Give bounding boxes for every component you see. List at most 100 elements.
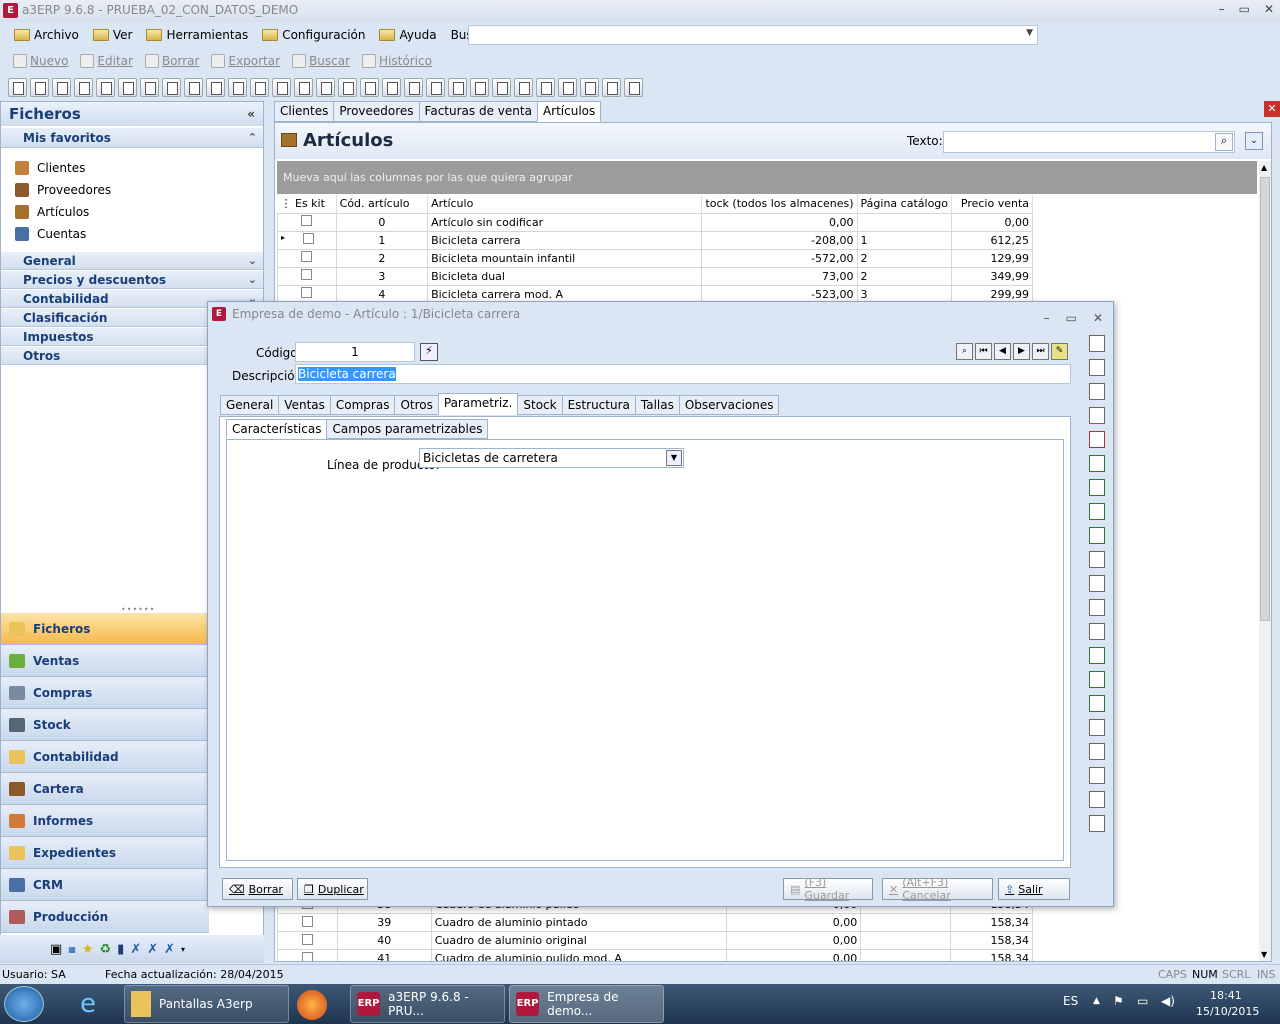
lightning-icon[interactable]: ⚡ xyxy=(420,343,438,361)
kit-checkbox[interactable] xyxy=(301,269,313,280)
kit-checkbox[interactable] xyxy=(301,915,313,927)
close-tab-icon[interactable]: ✕ xyxy=(1264,101,1280,117)
col-precio[interactable]: Precio venta xyxy=(951,195,1033,213)
col-articulo[interactable]: Artículo xyxy=(427,195,703,213)
history-button[interactable]: Histórico xyxy=(359,54,435,68)
search-option-input[interactable]: ▼ xyxy=(468,25,1038,45)
code-input[interactable]: 1 xyxy=(295,342,415,362)
copy-document-icon[interactable] xyxy=(206,77,225,97)
col-es-kit[interactable]: ⋮ Es kit xyxy=(277,195,337,213)
iva-free-icon[interactable]: ▦ xyxy=(68,945,76,954)
duplicate-button[interactable]: ❐ Duplicar xyxy=(297,878,368,900)
flag-icon[interactable]: ⚑ xyxy=(1113,994,1124,1008)
maximize-icon[interactable]: ▭ xyxy=(1066,306,1077,330)
nav-informes[interactable]: Informes xyxy=(1,805,209,837)
taskbar-a3erp[interactable]: ERP a3ERP 9.6.8 - PRU... xyxy=(350,985,505,1023)
tab-parametriz[interactable]: Parametriz. xyxy=(437,393,519,415)
kit-checkbox[interactable] xyxy=(301,251,313,262)
copy-document-icon[interactable] xyxy=(404,77,423,97)
group-by-bar[interactable]: Mueva aquí las columnas por las que quie… xyxy=(277,161,1257,194)
copy-document-icon[interactable] xyxy=(294,77,313,97)
copy-document-icon[interactable] xyxy=(426,77,445,97)
taskbar-pantallas[interactable]: Pantallas A3erp xyxy=(124,985,289,1023)
article-report-icon[interactable] xyxy=(8,77,27,97)
search-icon[interactable]: ⌕ xyxy=(1215,133,1233,151)
scroll-thumb[interactable] xyxy=(1260,177,1270,621)
favorite-articulos[interactable]: Artículos xyxy=(15,201,89,223)
copy-document-icon[interactable] xyxy=(1089,815,1105,832)
firefox-icon[interactable] xyxy=(297,990,327,1020)
favorites-header[interactable]: Mis favoritos ⌃ xyxy=(1,128,263,148)
copy-document-icon[interactable] xyxy=(1089,455,1105,472)
copy-document-icon[interactable] xyxy=(1089,551,1105,568)
article-report-icon[interactable] xyxy=(1089,335,1105,352)
kit-checkbox[interactable] xyxy=(301,215,313,226)
tab-clientes[interactable]: Clientes xyxy=(274,101,335,122)
copy-document-icon[interactable] xyxy=(492,77,511,97)
favorite-proveedores[interactable]: Proveedores xyxy=(15,179,111,201)
close-icon[interactable]: ✕ xyxy=(1093,306,1103,330)
copy-document-icon[interactable] xyxy=(558,77,577,97)
copy-document-icon[interactable] xyxy=(250,77,269,97)
copy-document-icon[interactable] xyxy=(316,77,335,97)
copy-document-icon[interactable] xyxy=(514,77,533,97)
cancel-button[interactable]: ✕ (Alt+F3) Cancelar xyxy=(882,876,993,902)
copy-document-icon[interactable] xyxy=(470,77,489,97)
tab-stock[interactable]: Stock xyxy=(517,395,563,415)
copy-document-icon[interactable] xyxy=(1089,503,1105,520)
tab-observaciones[interactable]: Observaciones xyxy=(678,395,780,415)
minimize-icon[interactable]: – xyxy=(1044,306,1050,330)
language-indicator[interactable]: ES xyxy=(1063,994,1078,1008)
scroll-down-icon[interactable]: ▼ xyxy=(1261,950,1267,959)
document-icon[interactable] xyxy=(74,77,93,97)
new-button[interactable]: Nuevo xyxy=(10,54,71,68)
copy-document-icon[interactable] xyxy=(1089,599,1105,616)
copy-document-icon[interactable] xyxy=(1089,527,1105,544)
subtab-campos[interactable]: Campos parametrizables xyxy=(326,419,489,439)
tab-ventas[interactable]: Ventas xyxy=(278,395,331,415)
menu-ver[interactable]: Ver xyxy=(87,24,139,46)
star-icon[interactable]: ★ xyxy=(82,942,94,957)
kit-checkbox[interactable] xyxy=(301,287,313,298)
delete-button[interactable]: Borrar xyxy=(142,54,203,68)
network-icon[interactable]: ▭ xyxy=(1137,994,1148,1008)
previous-record-icon[interactable]: ◀ xyxy=(994,343,1011,360)
document-icon[interactable] xyxy=(96,77,115,97)
nav-stock[interactable]: Stock xyxy=(1,709,209,741)
delete-button[interactable]: ⌫ Borrar xyxy=(222,878,293,900)
section-general[interactable]: General ⌄ xyxy=(1,252,263,270)
tab-general[interactable]: General xyxy=(220,395,280,415)
kit-checkbox[interactable] xyxy=(303,233,315,244)
col-stock[interactable]: tock (todos los almacenes) xyxy=(701,195,858,213)
favorite-cuentas[interactable]: Cuentas xyxy=(15,223,86,245)
chevron-up-icon[interactable]: ⌃ xyxy=(248,128,257,148)
nav-ficheros[interactable]: Ficheros xyxy=(1,613,209,645)
minimize-icon[interactable]: – xyxy=(1219,2,1225,16)
table-row[interactable]: 40 Cuadro de aluminio original 0,00 158,34 xyxy=(277,931,1033,950)
chart-icon[interactable]: ▮ xyxy=(117,942,124,957)
nav-crm[interactable]: CRM xyxy=(1,869,209,901)
text-search-input[interactable] xyxy=(943,131,1235,153)
copy-document-icon[interactable] xyxy=(1089,695,1105,712)
tab-facturas[interactable]: Facturas de venta xyxy=(418,101,538,122)
axis-icon[interactable]: ✗ xyxy=(130,942,141,957)
copy-document-icon[interactable] xyxy=(1089,623,1105,640)
start-button[interactable] xyxy=(4,986,44,1022)
favorite-clientes[interactable]: Clientes xyxy=(15,157,85,179)
table-row[interactable]: 3 Bicicleta dual 73,00 2 349,99 xyxy=(277,266,1033,286)
table-row[interactable]: 2 Bicicleta mountain infantil -572,00 2 129,… xyxy=(277,248,1033,268)
expand-icon[interactable]: ⌄ xyxy=(1245,132,1263,150)
collapse-icon[interactable]: « xyxy=(247,102,255,126)
tab-compras[interactable]: Compras xyxy=(329,395,396,415)
copy-document-icon[interactable] xyxy=(1089,575,1105,592)
nav-produccion[interactable]: Producción xyxy=(1,901,209,933)
recycle-icon[interactable]: ♻ xyxy=(100,942,112,957)
tab-otros[interactable]: Otros xyxy=(394,395,439,415)
last-record-icon[interactable]: ⏭ xyxy=(1032,343,1049,360)
chevron-down-icon[interactable]: ▼ xyxy=(1026,28,1033,38)
copy-document-icon[interactable] xyxy=(580,77,599,97)
table-row[interactable]: 41 Cuadro de aluminio pulido mod. A 0,00 15… xyxy=(277,949,1033,961)
clock-date[interactable]: 15/10/2015 xyxy=(1196,1005,1259,1018)
copy-document-icon[interactable] xyxy=(1089,479,1105,496)
export-button[interactable]: Exportar xyxy=(208,54,283,68)
